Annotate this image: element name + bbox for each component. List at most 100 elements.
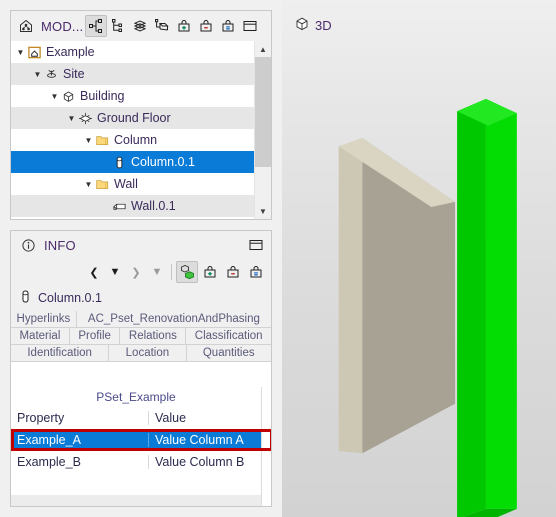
- chevron-down-icon[interactable]: ▼: [49, 92, 60, 101]
- viewport-scene[interactable]: [282, 0, 556, 517]
- model-panel-title: MOD...: [15, 15, 85, 37]
- tree-item-site[interactable]: ▼ Site: [11, 63, 254, 85]
- tree-item-wall[interactable]: ▼ Wall: [11, 173, 254, 195]
- left-column: MOD... ▼ Example ▼ Site ▼ Building ▼ Gro…: [0, 0, 282, 517]
- viewport-3d[interactable]: 3D: [282, 0, 556, 517]
- add-container-icon[interactable]: [173, 15, 195, 37]
- remove-property-icon[interactable]: [222, 261, 244, 283]
- info-panel-toolbar: ❮ ▼ ❯ ▼: [11, 259, 271, 285]
- column-icon: [111, 155, 128, 170]
- tab-row-2: Identification Location Quantities: [11, 345, 271, 362]
- spatial-structure-icon[interactable]: [151, 15, 173, 37]
- model-panel-title-text: MOD...: [41, 18, 84, 34]
- property-grid-rows[interactable]: Example_A Value Column A Example_B Value Co…: [11, 429, 261, 473]
- tab-hyperlinks[interactable]: Hyperlinks: [11, 311, 77, 328]
- tree-item-column-0-1[interactable]: Column.0.1: [11, 151, 254, 173]
- property-value-cell: Value Column B: [148, 455, 261, 469]
- column-solid: [457, 98, 517, 517]
- tree-item-label: Wall: [114, 177, 138, 191]
- tree-item-building[interactable]: ▼ Building: [11, 85, 254, 107]
- tree-item-example[interactable]: ▼ Example: [11, 41, 254, 63]
- tree-item-wall-0-1[interactable]: Wall.0.1: [11, 195, 254, 217]
- scroll-up-icon[interactable]: ▲: [255, 41, 271, 57]
- remove-container-icon[interactable]: [195, 15, 217, 37]
- folder-icon: [94, 133, 111, 148]
- property-row[interactable]: Example_A Value Column A: [11, 429, 261, 451]
- viewport-label: 3D: [294, 16, 332, 35]
- property-grid-area: PSet_Example Property Value Example_A Val…: [11, 387, 271, 506]
- edit-container-icon[interactable]: [217, 15, 239, 37]
- tree-item-label: Column.0.1: [131, 155, 195, 169]
- storey-icon: [77, 111, 94, 126]
- toolbar-separator: [171, 264, 172, 280]
- column-header-property: Property: [17, 411, 65, 425]
- column-header-value: Value: [148, 411, 261, 425]
- chevron-down-icon[interactable]: ▼: [83, 136, 94, 145]
- info-panel-title: INFO: [44, 237, 76, 253]
- tree-item-label: Ground Floor: [97, 111, 171, 125]
- project-home-icon: [26, 45, 43, 60]
- scroll-thumb[interactable]: [255, 57, 271, 167]
- panel-layout-icon[interactable]: [245, 234, 267, 256]
- add-property-icon[interactable]: [199, 261, 221, 283]
- column-icon: [19, 289, 32, 307]
- tab-relations[interactable]: Relations: [120, 328, 187, 345]
- chevron-down-icon[interactable]: ▼: [32, 70, 43, 79]
- wall-icon: [111, 199, 128, 214]
- tab-identification[interactable]: Identification: [11, 345, 110, 362]
- property-name-cell: Example_A: [17, 433, 81, 447]
- tab-classification[interactable]: Classification: [186, 328, 271, 345]
- model-tree-panel: MOD... ▼ Example ▼ Site ▼ Building ▼ Gro…: [10, 10, 272, 220]
- info-circle-icon: [17, 234, 39, 256]
- viewport-label-text: 3D: [315, 18, 332, 33]
- tab-quantities[interactable]: Quantities: [186, 345, 271, 362]
- model-home-icon: [15, 15, 37, 37]
- panel-layout-icon[interactable]: [239, 15, 261, 37]
- folder-icon: [94, 177, 111, 192]
- info-panel-header: INFO: [11, 231, 271, 259]
- flat-list-icon[interactable]: [107, 15, 129, 37]
- tab-row-0: Hyperlinks AC_Pset_RenovationAndPhasing: [11, 311, 271, 328]
- info-tab-rows: Hyperlinks AC_Pset_RenovationAndPhasing Ma…: [11, 311, 271, 362]
- property-grid-empty-row: [11, 473, 261, 495]
- chevron-down-icon[interactable]: ▼: [15, 48, 26, 57]
- chevron-down-icon[interactable]: ▼: [66, 114, 77, 123]
- select-in-3d-icon[interactable]: [176, 261, 198, 283]
- tab-ac-pset-renovationandphasing[interactable]: AC_Pset_RenovationAndPhasing: [76, 311, 271, 328]
- info-selection-row: Column.0.1: [11, 285, 271, 311]
- next-dropdown-button[interactable]: ▼: [147, 262, 167, 282]
- scroll-track[interactable]: [255, 57, 271, 203]
- tree-item-label: Wall.0.1: [131, 199, 176, 213]
- prev-button[interactable]: ❮: [84, 262, 104, 282]
- tab-profile[interactable]: Profile: [69, 328, 121, 345]
- property-grid-header: Property Value: [11, 407, 261, 429]
- property-value-cell: Value Column A: [148, 433, 261, 447]
- building-cube-icon: [60, 89, 77, 104]
- tree-item-label: Building: [80, 89, 125, 103]
- wall-solid: [338, 138, 456, 454]
- chevron-down-icon[interactable]: ▼: [83, 180, 94, 189]
- edit-property-icon[interactable]: [245, 261, 267, 283]
- tree-item-column[interactable]: ▼ Column: [11, 129, 254, 151]
- model-tree-scrollbar[interactable]: ▲ ▼: [254, 41, 271, 219]
- tree-item-label: Site: [63, 67, 85, 81]
- property-grid-scrollbar[interactable]: [261, 387, 271, 506]
- hierarchy-tree-icon[interactable]: [85, 15, 108, 37]
- model-panel-toolbar: MOD...: [11, 11, 271, 41]
- model-tree: ▼ Example ▼ Site ▼ Building ▼ Ground Floor ▼ Colu…: [11, 41, 271, 219]
- tab-material[interactable]: Material: [11, 328, 70, 345]
- info-panel: INFO ❮ ▼ ❯ ▼ Column.0.1 Hyperlinks AC_Ps…: [10, 230, 272, 507]
- property-row[interactable]: Example_B Value Column B: [11, 451, 261, 473]
- scroll-down-icon[interactable]: ▼: [255, 203, 271, 219]
- model-tree-list[interactable]: ▼ Example ▼ Site ▼ Building ▼ Ground Floor ▼ Colu…: [11, 41, 254, 219]
- info-selection-label: Column.0.1: [38, 291, 102, 305]
- next-button[interactable]: ❯: [126, 262, 146, 282]
- layers-icon[interactable]: [129, 15, 151, 37]
- tree-item-label: Column: [114, 133, 158, 147]
- tree-item-ground-floor[interactable]: ▼ Ground Floor: [11, 107, 254, 129]
- prev-dropdown-button[interactable]: ▼: [105, 262, 125, 282]
- property-grid: PSet_Example Property Value Example_A Val…: [11, 387, 271, 506]
- property-grid-filler: [11, 495, 261, 506]
- tab-location[interactable]: Location: [109, 345, 187, 362]
- tree-item-label: Example: [46, 45, 95, 59]
